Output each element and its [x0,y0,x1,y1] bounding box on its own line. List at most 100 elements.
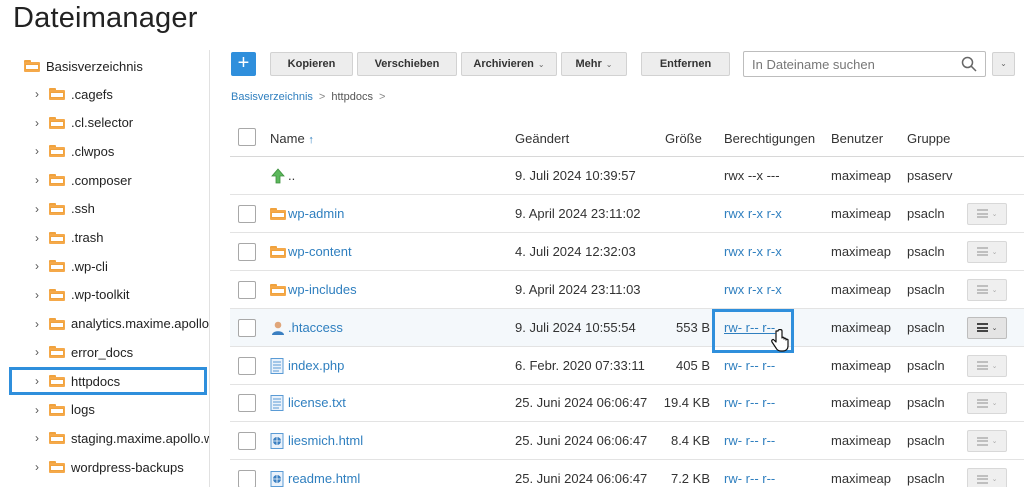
table-row[interactable]: wp-content 4. Juli 2024 12:32:03 rwx r-x r… [230,233,1024,271]
column-group-header[interactable]: Gruppe [907,131,950,146]
chevron-right-icon[interactable]: › [35,173,45,187]
archive-button-label: Archivieren [473,58,534,70]
row-checkbox[interactable] [238,432,256,451]
add-button[interactable]: + [231,52,256,76]
move-button[interactable]: Verschieben [357,52,457,76]
table-row[interactable]: readme.html 25. Juni 2024 06:06:47 7.2 KB r… [230,460,1024,487]
file-name-link[interactable]: wp-admin [288,206,344,221]
permissions-link[interactable]: rwx r-x r-x [724,282,782,297]
owner-user: maximeap [831,433,891,449]
tree-item[interactable]: › wordpress-backups [0,453,209,481]
row-actions-menu-button[interactable]: ⌄ [967,354,1007,377]
row-checkbox[interactable] [238,394,256,413]
folder-icon [49,116,65,129]
row-actions-menu-button[interactable]: ⌄ [967,202,1007,225]
folder-tree-sidebar: Basisverzeichnis › .cagefs › .cl.selector ›.… [0,50,210,487]
chevron-right-icon[interactable]: › [35,374,45,388]
tree-item[interactable]: › .cl.selector [0,109,209,137]
column-modified-header[interactable]: Geändert [515,131,569,146]
chevron-right-icon[interactable]: › [35,259,45,273]
table-row[interactable]: .. 9. Juli 2024 10:39:57 rwx --x --- maxime… [230,157,1024,195]
permissions-link[interactable]: rw- r-- r-- [724,433,775,448]
row-checkbox[interactable] [238,356,256,375]
permissions-link[interactable]: rwx r-x r-x [724,206,782,221]
row-actions-menu-button[interactable]: ⌄ [967,468,1007,487]
tree-item[interactable]: › error_docs [0,338,209,366]
table-row[interactable]: liesmich.html 25. Juni 2024 06:06:47 8.4 K… [230,422,1024,461]
tree-item[interactable]: › .ssh [0,195,209,223]
permissions-link[interactable]: rw- r-- r-- [724,358,775,373]
file-name-link[interactable]: .. [288,168,295,183]
chevron-down-icon: ⌄ [1000,59,1007,68]
file-name-link[interactable]: license.txt [288,395,346,410]
tree-item[interactable]: › .cagefs [0,80,209,108]
table-row[interactable]: .htaccess 9. Juli 2024 10:55:54 553 Brw- r… [230,308,1024,347]
chevron-right-icon[interactable]: › [35,144,45,158]
row-checkbox[interactable] [238,204,256,223]
chevron-right-icon[interactable]: › [35,87,45,101]
tree-root-item[interactable]: Basisverzeichnis [24,56,143,76]
row-checkbox[interactable] [238,280,256,299]
select-all-checkbox[interactable] [238,128,256,146]
file-name-link[interactable]: index.php [288,358,344,373]
tree-item[interactable]: › .composer [0,166,209,194]
permissions-link[interactable]: rw- r-- r-- [724,395,775,410]
search-input[interactable] [744,52,954,76]
chevron-right-icon[interactable]: › [35,317,45,331]
chevron-right-icon[interactable]: › [35,403,45,417]
owner-group: psacln [907,319,945,335]
table-row[interactable]: wp-includes 9. April 2024 23:11:03 rwx r-x… [230,271,1024,309]
tree-item[interactable]: › .wp-toolkit [0,281,209,309]
column-permissions-header[interactable]: Berechtigungen [724,131,815,146]
tree-item[interactable]: › staging.maxime.apollo.w [0,424,209,452]
permissions-link[interactable]: rw- r-- r-- [724,471,775,486]
remove-button[interactable]: Entfernen [641,52,730,76]
archive-button[interactable]: Archivieren ⌄ [461,52,557,76]
table-row[interactable]: index.php 6. Febr. 2020 07:33:11 405 B rw- … [230,347,1024,385]
row-checkbox[interactable] [238,242,256,261]
chevron-right-icon[interactable]: › [35,288,45,302]
chevron-right-icon[interactable]: › [35,231,45,245]
tree-item[interactable]: › .trash [0,224,209,252]
file-name-link[interactable]: .htaccess [288,320,343,335]
file-name-link[interactable]: readme.html [288,471,360,486]
table-row[interactable]: license.txt 25. Juni 2024 06:06:47 19.4 KB… [230,384,1024,423]
row-actions-menu-button[interactable]: ⌄ [967,316,1007,339]
row-actions-menu-button[interactable]: ⌄ [967,240,1007,263]
owner-group: psacln [907,395,945,411]
file-name-link[interactable]: liesmich.html [288,433,363,448]
column-size-header[interactable]: Größe [665,131,702,146]
column-name-header[interactable]: Name ↑ [270,131,314,146]
table-row[interactable]: wp-admin 9. April 2024 23:11:02 rwx r-x r-… [230,195,1024,233]
green-up-arrow-icon [271,168,285,184]
chevron-right-icon[interactable]: › [35,116,45,130]
file-name-link[interactable]: wp-content [288,244,352,259]
tree-item[interactable]: › analytics.maxime.apollo.w [0,310,209,338]
search-icon[interactable] [961,56,977,72]
row-checkbox[interactable] [238,318,256,337]
row-actions-menu-button[interactable]: ⌄ [967,278,1007,301]
tree-item[interactable]: › logs [0,396,209,424]
tree-item-label: .trash [71,230,104,245]
breadcrumb-root-link[interactable]: Basisverzeichnis [231,91,313,103]
modified-date: 9. April 2024 23:11:03 [515,281,641,297]
column-user-header[interactable]: Benutzer [831,131,883,146]
tree-item[interactable]: › httpdocs [9,367,207,395]
row-checkbox[interactable] [238,470,256,487]
row-actions-menu-button[interactable]: ⌄ [967,430,1007,453]
copy-button[interactable]: Kopieren [270,52,353,76]
chevron-right-icon[interactable]: › [35,345,45,359]
permissions-link[interactable]: rwx r-x r-x [724,244,782,259]
chevron-right-icon[interactable]: › [35,460,45,474]
more-button[interactable]: Mehr ⌄ [561,52,627,76]
tree-item[interactable]: › .wp-cli [0,252,209,280]
row-actions-menu-button[interactable]: ⌄ [967,392,1007,415]
tree-item[interactable]: › .clwpos [0,137,209,165]
folder-icon [24,60,40,72]
file-name-link[interactable]: wp-includes [288,282,357,297]
search-options-dropdown[interactable]: ⌄ [992,52,1015,76]
chevron-right-icon[interactable]: › [35,431,45,445]
column-name-label: Name [270,131,305,146]
chevron-right-icon[interactable]: › [35,202,45,216]
sort-ascending-icon: ↑ [308,134,314,146]
